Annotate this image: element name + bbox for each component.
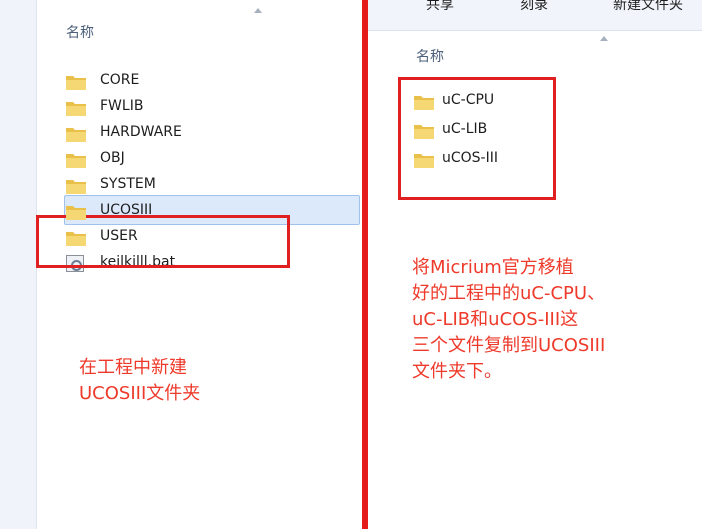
share-button[interactable]: 共享: [426, 0, 454, 14]
folder-icon: [66, 206, 86, 220]
explorer-toolbar: 共享 刻录 新建文件夹: [368, 0, 702, 31]
left-annotation: 在工程中新建 UCOSIII文件夹: [79, 355, 319, 407]
folder-label: FWLIB: [100, 98, 144, 114]
name-column-header[interactable]: 名称: [416, 46, 444, 66]
folder-icon: [66, 180, 86, 194]
burn-button[interactable]: 刻录: [520, 0, 548, 14]
name-column-header[interactable]: 名称: [66, 22, 94, 42]
annotation-line: 在工程中新建: [79, 357, 187, 378]
annotation-line: UCOSIII文件夹: [79, 383, 201, 404]
annotation-line: 将Micrium官方移植: [412, 257, 574, 278]
highlight-box-uc-folders: [398, 77, 556, 200]
folder-label: OBJ: [100, 150, 125, 166]
folder-icon: [66, 154, 86, 168]
folder-label: HARDWARE: [100, 124, 182, 140]
sort-up-icon: [600, 36, 608, 41]
folder-label: UCOSIII: [100, 202, 153, 218]
folder-icon: [66, 128, 86, 142]
folder-label: SYSTEM: [100, 176, 156, 192]
right-annotation: 将Micrium官方移植 好的工程中的uC-CPU、 uC-LIB和uCOS-I…: [412, 255, 692, 385]
new-folder-button[interactable]: 新建文件夹: [613, 0, 683, 14]
sort-up-icon: [254, 8, 262, 13]
annotation-line: 文件夹下。: [412, 361, 502, 382]
folder-icon: [66, 76, 86, 90]
navigation-gutter: [0, 0, 37, 529]
annotation-line: uC-LIB和uCOS-III这: [412, 309, 579, 330]
folder-icon: [66, 102, 86, 116]
highlight-box-ucosiii: [36, 215, 290, 268]
annotation-line: 好的工程中的uC-CPU、: [412, 283, 606, 304]
folder-label: CORE: [100, 72, 140, 88]
annotation-line: 三个文件复制到UCOSIII: [412, 335, 606, 356]
